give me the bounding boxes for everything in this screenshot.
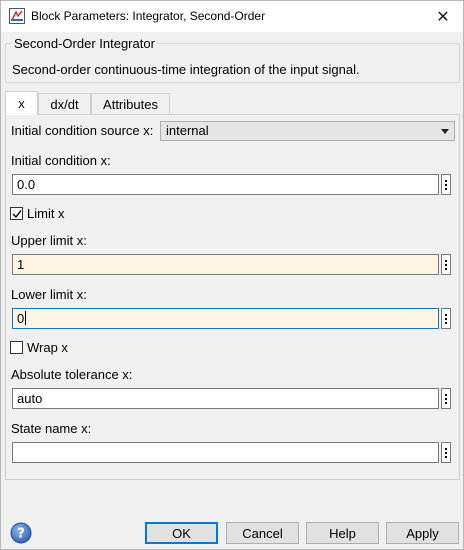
dot-icon [445, 259, 447, 262]
dot-icon [445, 187, 447, 190]
tab-attributes[interactable]: Attributes [91, 93, 170, 114]
cancel-button[interactable]: Cancel [226, 522, 299, 544]
checkmark-icon [12, 210, 22, 219]
upper-limit-label: Upper limit x: [11, 233, 87, 248]
dot-icon [445, 267, 447, 270]
limit-label: Limit x [27, 206, 65, 221]
lower-limit-label: Lower limit x: [11, 287, 87, 302]
dot-icon [445, 447, 447, 450]
abstol-more-button[interactable] [441, 388, 451, 409]
abstol-input[interactable]: auto [12, 388, 439, 409]
wrap-label: Wrap x [27, 340, 68, 355]
dot-icon [445, 401, 447, 404]
lower-limit-value: 0 [17, 311, 25, 326]
question-icon: ? [10, 522, 32, 544]
upper-limit-input[interactable]: 1 [12, 254, 439, 275]
window-title: Block Parameters: Integrator, Second-Ord… [31, 9, 266, 23]
close-icon: ✕ [436, 8, 450, 26]
dot-icon [445, 179, 447, 182]
limit-checkbox-box[interactable] [10, 207, 23, 220]
dot-icon [445, 393, 447, 396]
block-description-group: Second-Order Integrator Second-order con… [5, 36, 460, 83]
dot-icon [445, 321, 447, 324]
dot-icon [445, 451, 447, 454]
close-button[interactable]: ✕ [423, 1, 463, 32]
lower-limit-more-button[interactable] [441, 308, 451, 329]
block-description: Second-order continuous-time integration… [12, 62, 360, 77]
state-name-input[interactable] [12, 442, 439, 463]
dot-icon [445, 455, 447, 458]
wrap-checkbox-box[interactable] [10, 341, 23, 354]
dot-icon [445, 397, 447, 400]
text-caret [25, 311, 27, 325]
ic-label: Initial condition x: [11, 153, 111, 168]
dot-icon [445, 183, 447, 186]
chevron-down-icon [441, 129, 449, 134]
dot-icon [445, 317, 447, 320]
ok-button[interactable]: OK [145, 522, 218, 544]
help-icon-button[interactable]: ? [10, 522, 32, 544]
ic-source-select[interactable]: internal [160, 121, 455, 141]
parameters-panel: Initial condition source x: internal Ini… [5, 114, 460, 480]
ic-source-label: Initial condition source x: [11, 123, 154, 138]
dot-icon [445, 313, 447, 316]
tab-x[interactable]: x [5, 91, 38, 115]
apply-button[interactable]: Apply [386, 522, 459, 544]
lower-limit-input[interactable]: 0 [12, 308, 439, 329]
simulink-block-icon [9, 8, 25, 24]
upper-limit-more-button[interactable] [441, 254, 451, 275]
state-name-more-button[interactable] [441, 442, 451, 463]
ic-source-value: internal [166, 123, 209, 138]
ic-more-button[interactable] [441, 174, 451, 195]
help-button[interactable]: Help [306, 522, 379, 544]
tab-dxdt[interactable]: dx/dt [38, 93, 91, 114]
state-name-label: State name x: [11, 421, 92, 436]
dialog-window: Block Parameters: Integrator, Second-Ord… [0, 0, 464, 550]
dot-icon [445, 263, 447, 266]
svg-text:?: ? [17, 527, 25, 542]
ic-input[interactable]: 0.0 [12, 174, 439, 195]
title-bar: Block Parameters: Integrator, Second-Ord… [1, 1, 463, 32]
group-title: Second-Order Integrator [12, 36, 157, 51]
abstol-label: Absolute tolerance x: [11, 367, 133, 382]
